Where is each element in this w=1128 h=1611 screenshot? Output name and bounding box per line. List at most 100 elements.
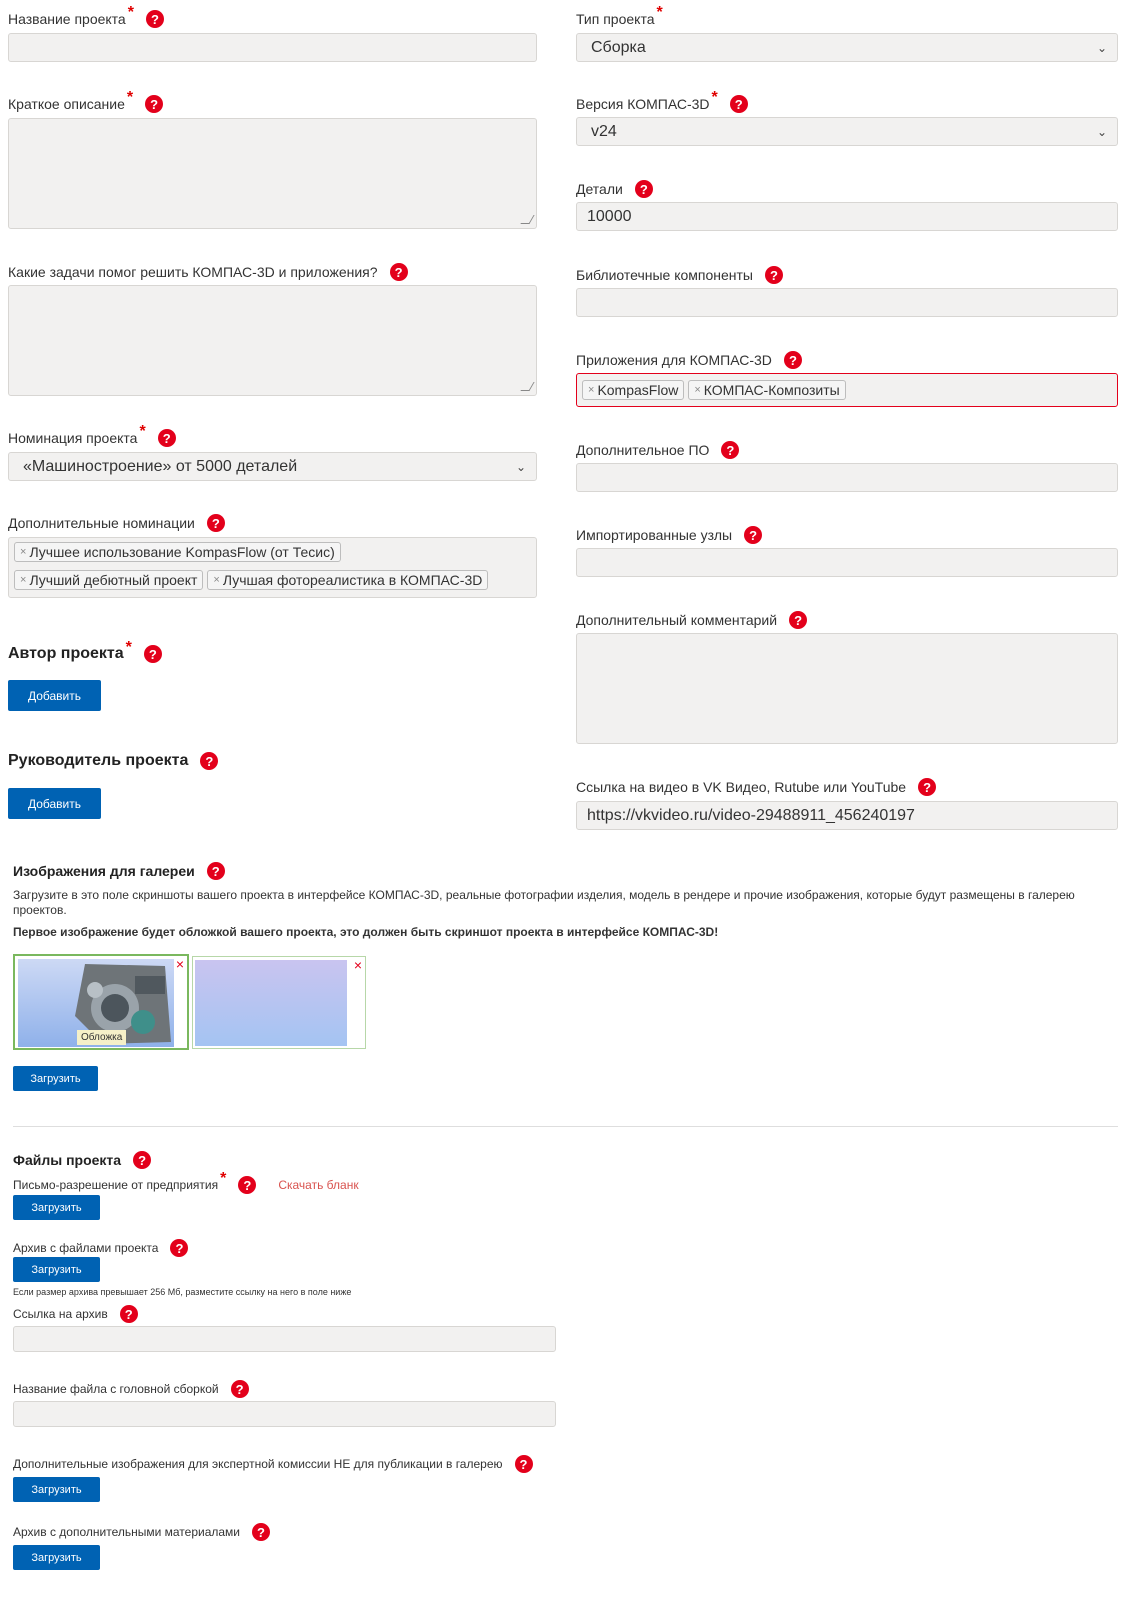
project-type-label: Тип проекта * xyxy=(576,4,663,27)
required-mark: * xyxy=(656,4,663,21)
details-label: Детали ? xyxy=(576,180,653,198)
help-icon[interactable]: ? xyxy=(157,429,176,447)
apps-tag-input[interactable]: × KompasFlow × КОМПАС-Композиты xyxy=(576,373,1118,407)
resize-handle-icon[interactable] xyxy=(520,215,535,224)
help-icon[interactable]: ? xyxy=(230,1380,249,1398)
remove-tag-icon[interactable]: × xyxy=(694,384,700,396)
help-icon[interactable]: ? xyxy=(252,1523,271,1541)
help-icon[interactable]: ? xyxy=(721,441,740,459)
permission-letter-label: Письмо-разрешение от предприятия * ? Ска… xyxy=(13,1170,359,1194)
files-section-title: Файлы проекта ? xyxy=(13,1151,152,1169)
kompas-version-label: Версия КОМПАС-3D * ? xyxy=(576,89,748,113)
archive-size-hint: Если размер архива превышает 256 Мб, раз… xyxy=(13,1287,352,1297)
chevron-down-icon: ⌄ xyxy=(515,459,526,474)
extra-archive-label: Архив с дополнительными материалами ? xyxy=(13,1523,271,1541)
gallery-thumbnail-cover[interactable]: × Обложка xyxy=(13,954,189,1050)
help-icon[interactable]: ? xyxy=(783,351,802,369)
app-tag[interactable]: × КОМПАС-Композиты xyxy=(688,380,846,400)
add-author-button[interactable]: Добавить xyxy=(8,680,101,711)
help-icon[interactable]: ? xyxy=(389,263,408,281)
help-icon[interactable]: ? xyxy=(143,645,162,663)
nomination-select[interactable]: «Машиностроение» от 5000 деталей ⌄ xyxy=(8,452,537,481)
gallery-cover-note: Первое изображение будет обложкой вашего… xyxy=(13,925,719,939)
help-icon[interactable]: ? xyxy=(634,180,653,198)
cover-badge: Обложка xyxy=(77,1030,127,1045)
add-manager-button[interactable]: Добавить xyxy=(8,788,101,819)
resize-handle-icon[interactable] xyxy=(520,382,535,391)
help-icon[interactable]: ? xyxy=(206,862,225,880)
upload-extra-images-button[interactable]: Загрузить xyxy=(13,1477,100,1502)
help-icon[interactable]: ? xyxy=(729,95,748,113)
upload-archive-button[interactable]: Загрузить xyxy=(13,1257,100,1282)
manager-section-title: Руководитель проекта ? xyxy=(8,752,219,770)
gallery-description: Загрузите в это поле скриншоты вашего пр… xyxy=(13,888,1075,917)
extra-images-label: Дополнительные изображения для экспертно… xyxy=(13,1455,533,1473)
remove-tag-icon[interactable]: × xyxy=(20,546,26,558)
kompas-version-select[interactable]: v24 ⌄ xyxy=(576,117,1118,146)
archive-link-input[interactable] xyxy=(13,1326,556,1352)
nomination-tag[interactable]: × Лучшая фотореалистика в КОМПАС-3D xyxy=(207,569,489,590)
required-mark: * xyxy=(139,423,146,440)
details-input[interactable]: 10000 xyxy=(576,202,1118,231)
gallery-title: Изображения для галереи ? xyxy=(13,862,225,880)
help-icon[interactable]: ? xyxy=(765,266,783,284)
help-icon[interactable]: ? xyxy=(200,752,219,770)
remove-image-icon[interactable]: × xyxy=(354,957,362,973)
help-icon[interactable]: ? xyxy=(206,514,225,532)
imported-nodes-label: Импортированные узлы ? xyxy=(576,526,763,544)
help-icon[interactable]: ? xyxy=(238,1176,257,1194)
app-tag[interactable]: × KompasFlow xyxy=(582,380,685,400)
extra-comment-textarea[interactable] xyxy=(576,633,1118,744)
gallery-image xyxy=(195,960,347,1046)
gallery-thumbnail[interactable]: × xyxy=(192,956,366,1049)
help-icon[interactable]: ? xyxy=(918,778,937,796)
remove-image-icon[interactable]: × xyxy=(176,956,184,972)
upload-extra-archive-button[interactable]: Загрузить xyxy=(13,1545,100,1570)
video-link-label: Ссылка на видео в VK Видео, Rutube или Y… xyxy=(576,778,937,796)
required-mark: * xyxy=(711,89,718,106)
upload-permission-letter-button[interactable]: Загрузить xyxy=(13,1195,100,1220)
remove-tag-icon[interactable]: × xyxy=(213,574,219,586)
download-form-link[interactable]: Скачать бланк xyxy=(278,1178,358,1192)
main-assembly-label: Название файла с головной сборкой ? xyxy=(13,1380,249,1398)
help-icon[interactable]: ? xyxy=(514,1455,533,1473)
tasks-label: Какие задачи помог решить КОМПАС-3D и пр… xyxy=(8,263,408,281)
required-mark: * xyxy=(220,1170,227,1187)
project-name-input[interactable] xyxy=(8,33,537,62)
extra-comment-label: Дополнительный комментарий ? xyxy=(576,611,808,629)
library-components-input[interactable] xyxy=(576,288,1118,317)
nomination-tag[interactable]: × Лучшее использование KompasFlow (от Тес… xyxy=(14,542,341,562)
archive-link-label: Ссылка на архив ? xyxy=(13,1305,138,1323)
project-type-select[interactable]: Сборка ⌄ xyxy=(576,33,1118,62)
imported-nodes-input[interactable] xyxy=(576,548,1118,577)
required-mark: * xyxy=(125,639,132,656)
help-icon[interactable]: ? xyxy=(789,611,808,629)
help-icon[interactable]: ? xyxy=(145,95,164,113)
required-mark: * xyxy=(127,4,134,21)
remove-tag-icon[interactable]: × xyxy=(20,574,26,586)
short-description-textarea[interactable] xyxy=(8,118,537,229)
extra-software-input[interactable] xyxy=(576,463,1118,492)
remove-tag-icon[interactable]: × xyxy=(588,384,594,396)
help-icon[interactable]: ? xyxy=(133,1151,152,1169)
help-icon[interactable]: ? xyxy=(119,1305,138,1323)
extra-nominations-tag-input[interactable]: × Лучшее использование KompasFlow (от Тес… xyxy=(8,537,537,598)
tasks-textarea[interactable] xyxy=(8,285,537,396)
extra-software-label: Дополнительное ПО ? xyxy=(576,441,740,459)
help-icon[interactable]: ? xyxy=(145,10,164,28)
main-assembly-input[interactable] xyxy=(13,1401,556,1427)
author-section-title: Автор проекта * ? xyxy=(8,639,162,663)
help-icon[interactable]: ? xyxy=(170,1239,189,1257)
nomination-tag[interactable]: × Лучший дебютный проект xyxy=(14,569,204,590)
apps-label: Приложения для КОМПАС-3D ? xyxy=(576,351,802,369)
project-archive-label: Архив с файлами проекта ? xyxy=(13,1239,189,1257)
chevron-down-icon: ⌄ xyxy=(1096,124,1107,139)
gallery-upload-button[interactable]: Загрузить xyxy=(13,1066,98,1091)
extra-nominations-label: Дополнительные номинации ? xyxy=(8,514,225,532)
chevron-down-icon: ⌄ xyxy=(1096,40,1107,55)
video-link-input[interactable]: https://vkvideo.ru/video-29488911_456240… xyxy=(576,801,1118,830)
help-icon[interactable]: ? xyxy=(744,526,763,544)
nomination-label: Номинация проекта * ? xyxy=(8,423,176,447)
short-description-label: Краткое описание * ? xyxy=(8,89,164,113)
section-divider xyxy=(13,1126,1118,1127)
